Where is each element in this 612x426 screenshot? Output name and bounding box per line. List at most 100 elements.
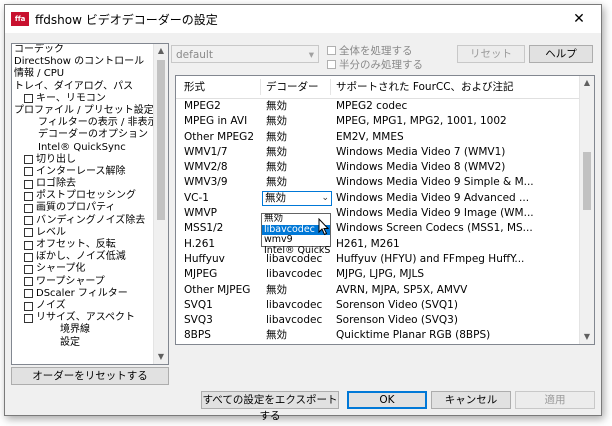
tree-item[interactable]: ぼかし、ノイズ低減 [12, 251, 154, 263]
scroll-up-arrow-icon[interactable]: ▲ [580, 76, 594, 90]
table-row[interactable]: WMVP Windows Media Video 9 Image (WM... [176, 206, 580, 221]
table-row[interactable]: H.261 H261, M261 [176, 237, 580, 252]
table-row[interactable]: QTRLElibavcodec Quicktime Animation (QTRL… [176, 344, 580, 345]
tree-item[interactable]: デコーダーのオプション [12, 129, 154, 141]
tree-item-label: DScaler フィルター [36, 287, 128, 299]
tree-item[interactable]: オフセット、反転 [12, 239, 154, 251]
tree-item-label: 情報 / CPU [14, 68, 65, 80]
tree-scroll-thumb[interactable] [157, 60, 165, 220]
tree-item[interactable]: コーデック [12, 44, 154, 56]
tree-item[interactable]: トレイ、ダイアログ、パス [12, 81, 154, 93]
tree-item[interactable]: 境界線 [12, 324, 154, 336]
table-row[interactable]: Other MJPEG 無効 AVRN, MJPA, SP5X, AMVV [176, 283, 580, 298]
export-settings-button[interactable]: すべての設定をエクスポートする [201, 391, 339, 422]
table-scrollbar[interactable]: ▲ ▼ [579, 76, 594, 344]
reset-button[interactable]: リセット [457, 45, 525, 63]
tree-scrollbar[interactable]: ▲ ▼ [153, 44, 168, 364]
table-row[interactable]: VC-1 Windows Media Video 9 Advanced ... 無効… [176, 190, 580, 206]
tree-item[interactable]: ロゴ除去 [12, 178, 154, 190]
tree-item[interactable]: ノイズ [12, 300, 154, 312]
tree-item-checkbox[interactable] [24, 191, 33, 201]
tree-item-checkbox[interactable] [24, 155, 33, 165]
tree-item-checkbox[interactable] [24, 289, 33, 299]
help-button[interactable]: ヘルプ [529, 45, 593, 63]
header-format[interactable]: 形式 [184, 76, 264, 98]
tree-item-checkbox[interactable] [24, 179, 33, 189]
tree-item-checkbox[interactable] [24, 204, 33, 214]
process-half-checkbox[interactable]: 半分のみ処理する [327, 57, 423, 72]
table-row[interactable]: WMV3/9 無効 Windows Media Video 9 Simple & M… [176, 175, 580, 190]
table-row[interactable]: WMV1/7 無効 Windows Media Video 7 (WMV1) [176, 145, 580, 160]
tree-item[interactable]: 切り出し [12, 154, 154, 166]
table-row[interactable]: 8BPS 無効 Quicktime Planar RGB (8BPS) [176, 328, 580, 343]
settings-tree[interactable]: コーデック DirectShow のコントロール 情報 / CPU トレイ、ダイアログ… [11, 43, 169, 365]
tree-item-checkbox[interactable] [24, 240, 33, 250]
tree-item[interactable]: フィルターの表示 / 非表示 [12, 117, 154, 129]
fourcc-cell: Windows Media Video 7 (WMV1) [336, 145, 506, 158]
tree-item[interactable]: シャープ化 [12, 263, 154, 275]
tree-item[interactable]: 画質のプロパティ [12, 202, 154, 214]
scroll-down-arrow-icon[interactable]: ▼ [580, 330, 594, 344]
chevron-down-icon: ▾ [308, 49, 314, 61]
cancel-button[interactable]: キャンセル [431, 391, 511, 409]
tree-item[interactable]: DScaler フィルター [12, 288, 154, 300]
format-cell: Other MJPEG [184, 283, 251, 296]
tree-item-checkbox[interactable] [24, 313, 33, 323]
tree-item[interactable]: Intel® QuickSync [12, 142, 154, 154]
tree-item-checkbox[interactable] [24, 301, 33, 311]
checkbox-box [327, 60, 336, 69]
tree-item[interactable]: インターレース解除 [12, 166, 154, 178]
table-row[interactable]: MJPEG libavcodec MJPG, LJPG, MJLS [176, 267, 580, 282]
process-all-checkbox[interactable]: 全体を処理する [327, 43, 413, 58]
ok-button[interactable]: OK [347, 391, 427, 409]
format-cell: H.261 [184, 237, 216, 250]
tree-item-label: インターレース解除 [36, 165, 126, 177]
header-decoder[interactable]: デコーダー [266, 76, 330, 98]
table-row[interactable]: SVQ3 libavcodec Sorenson Video (SVQ3) [176, 313, 580, 328]
scroll-up-arrow-icon[interactable]: ▲ [154, 44, 168, 58]
table-row[interactable]: MPEG2 無効 MPEG2 codec [176, 99, 580, 114]
tree-item-checkbox[interactable] [24, 216, 33, 226]
tree-item[interactable]: プロファイル / プリセット設定 [12, 105, 154, 117]
tree-item-checkbox[interactable] [24, 277, 33, 287]
tree-item-checkbox[interactable] [24, 252, 33, 262]
tree-item-label: デコーダーのオプション [38, 129, 148, 141]
table-row[interactable]: Huffyuv libavcodec Huffyuv (HFYU) and FFmp… [176, 252, 580, 267]
scroll-down-arrow-icon[interactable]: ▼ [154, 350, 168, 364]
tree-item[interactable]: レベル [12, 227, 154, 239]
tree-item-checkbox[interactable] [24, 264, 33, 274]
tree-item[interactable]: 情報 / CPU [12, 68, 154, 80]
tree-item-label: ノイズ [36, 299, 66, 311]
tree-item[interactable]: キー、リモコン [12, 93, 154, 105]
table-row[interactable]: WMV2/8 無効 Windows Media Video 8 (WMV2) [176, 160, 580, 175]
table-scroll-thumb[interactable] [583, 152, 591, 210]
format-cell: SVQ1 [184, 298, 213, 311]
table-row[interactable]: SVQ1 libavcodec Sorenson Video (SVQ1) [176, 298, 580, 313]
table-row[interactable]: MSS1/2 Windows Screen Codecs (MSS1, MS... [176, 221, 580, 236]
header-fourcc[interactable]: サポートされた FourCC、および注記 [336, 76, 576, 98]
tree-item[interactable]: 設定 [12, 337, 154, 349]
table-row[interactable]: Other MPEG2 無効 EM2V, MMES [176, 130, 580, 145]
reset-order-button[interactable]: オーダーをリセットする [11, 367, 169, 385]
tree-item-checkbox[interactable] [24, 167, 33, 177]
fourcc-cell: MPEG, MPG1, MPG2, 1001, 1002 [336, 115, 507, 128]
tree-item[interactable]: リサイズ、アスペクト [12, 312, 154, 324]
tree-item[interactable]: バンディングノイズ除去 [12, 215, 154, 227]
tree-item[interactable]: DirectShow のコントロール [12, 56, 154, 68]
dropdown-option[interactable]: Intel® QuickSync [262, 246, 330, 257]
fourcc-cell: Sorenson Video (SVQ3) [336, 314, 458, 327]
tree-item-checkbox[interactable] [24, 94, 33, 104]
table-row[interactable]: MPEG in AVI 無効 MPEG, MPG1, MPG2, 1001, 100… [176, 114, 580, 129]
fourcc-cell: Quicktime Animation (QTRLE) [336, 344, 576, 345]
close-button[interactable]: ✕ [557, 5, 601, 33]
decoder-combo[interactable]: 無効 ⌄ [262, 190, 332, 206]
dropdown-option[interactable]: wmv9 [262, 235, 330, 246]
tree-item[interactable]: ポストプロセッシング [12, 190, 154, 202]
codec-table[interactable]: 形式 デコーダー サポートされた FourCC、および注記 MPEG2 無効 MPE… [175, 75, 595, 345]
mouse-pointer-icon [318, 218, 330, 236]
tree-item[interactable]: ワープシャープ [12, 276, 154, 288]
preset-select[interactable]: default ▾ [171, 45, 319, 63]
fourcc-cell: H261, M261 [336, 237, 400, 250]
tree-item-checkbox[interactable] [24, 228, 33, 238]
apply-button[interactable]: 適用 [515, 391, 595, 409]
